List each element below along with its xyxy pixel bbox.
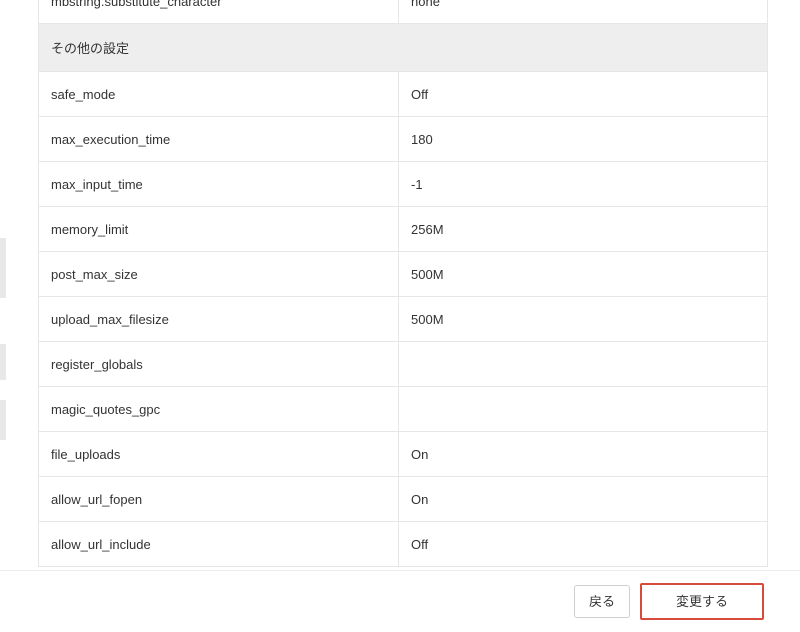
setting-value: On xyxy=(399,477,768,522)
setting-name: allow_url_fopen xyxy=(39,477,399,522)
back-button[interactable]: 戻る xyxy=(574,585,630,619)
setting-name: register_globals xyxy=(39,342,399,387)
table-row: file_uploads On xyxy=(39,432,768,477)
setting-value: 500M xyxy=(399,297,768,342)
table-row: register_globals xyxy=(39,342,768,387)
table-row: max_input_time -1 xyxy=(39,162,768,207)
table-row: post_max_size 500M xyxy=(39,252,768,297)
setting-value xyxy=(399,387,768,432)
footer-action-bar: 戻る 変更する xyxy=(0,570,800,632)
section-header-row: その他の設定 xyxy=(39,24,768,72)
setting-value: 180 xyxy=(399,117,768,162)
setting-name: max_execution_time xyxy=(39,117,399,162)
table-row: memory_limit 256M xyxy=(39,207,768,252)
setting-value: 500M xyxy=(399,252,768,297)
settings-table-container: mbstring.substitute_character none その他の設… xyxy=(6,0,800,632)
setting-name: safe_mode xyxy=(39,72,399,117)
setting-value: none xyxy=(399,0,768,24)
table-row: safe_mode Off xyxy=(39,72,768,117)
setting-name: memory_limit xyxy=(39,207,399,252)
table-row: allow_url_fopen On xyxy=(39,477,768,522)
table-row: max_execution_time 180 xyxy=(39,117,768,162)
section-header-label: その他の設定 xyxy=(39,24,768,72)
table-row: upload_max_filesize 500M xyxy=(39,297,768,342)
setting-value: -1 xyxy=(399,162,768,207)
submit-button[interactable]: 変更する xyxy=(640,583,764,621)
setting-name: allow_url_include xyxy=(39,522,399,567)
setting-value: Off xyxy=(399,72,768,117)
table-row: mbstring.substitute_character none xyxy=(39,0,768,24)
php-settings-table: mbstring.substitute_character none その他の設… xyxy=(38,0,768,567)
setting-name: max_input_time xyxy=(39,162,399,207)
setting-name: post_max_size xyxy=(39,252,399,297)
setting-value: 256M xyxy=(399,207,768,252)
table-row: allow_url_include Off xyxy=(39,522,768,567)
setting-name: file_uploads xyxy=(39,432,399,477)
setting-value: On xyxy=(399,432,768,477)
setting-name: magic_quotes_gpc xyxy=(39,387,399,432)
setting-value: Off xyxy=(399,522,768,567)
setting-value xyxy=(399,342,768,387)
setting-name: upload_max_filesize xyxy=(39,297,399,342)
setting-name: mbstring.substitute_character xyxy=(39,0,399,24)
table-row: magic_quotes_gpc xyxy=(39,387,768,432)
